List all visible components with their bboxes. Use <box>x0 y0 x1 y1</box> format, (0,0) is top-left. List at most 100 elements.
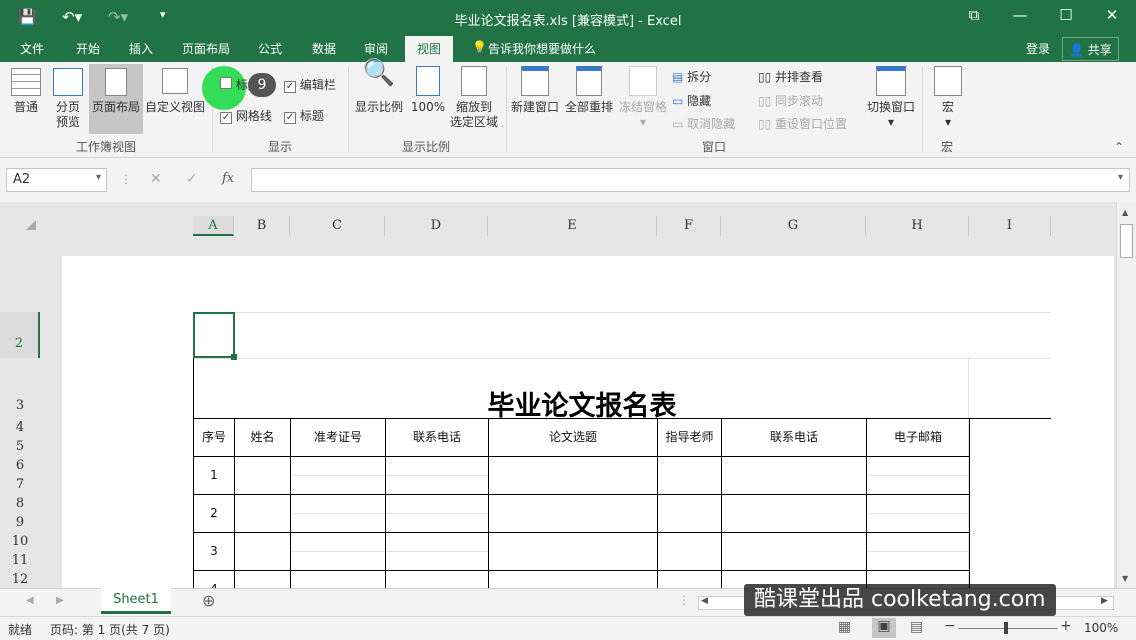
enter-icon[interactable]: ✓ <box>186 171 198 187</box>
macros-button[interactable]: 宏 ▾ <box>926 66 970 130</box>
page-layout-view-icon[interactable]: ▣ <box>872 618 896 638</box>
header-cell[interactable]: 联系电话 <box>386 419 489 457</box>
tab-insert[interactable]: 插入 <box>129 40 153 57</box>
table-cell[interactable] <box>658 533 722 571</box>
table-cell[interactable] <box>291 457 386 495</box>
row-header-4[interactable]: 4 <box>0 420 40 440</box>
table-cell[interactable] <box>291 533 386 571</box>
table-cell[interactable] <box>489 533 658 571</box>
header-cell[interactable]: 联系电话 <box>722 419 867 457</box>
table-cell[interactable] <box>235 533 291 571</box>
header-cell[interactable]: 序号 <box>194 419 235 457</box>
vertical-scroll-thumb[interactable] <box>1120 224 1133 258</box>
selected-cell-a2[interactable] <box>193 312 235 358</box>
row-header-2[interactable]: 2 <box>0 312 40 358</box>
sign-in-link[interactable]: 登录 <box>1026 40 1050 57</box>
table-cell[interactable] <box>722 533 867 571</box>
hide-button[interactable]: ▭ 隐藏 <box>672 92 711 109</box>
tell-me-input[interactable]: 告诉我你想要做什么 <box>488 40 596 57</box>
table-cell[interactable] <box>386 495 489 533</box>
zoom-level[interactable]: 100% <box>1084 621 1118 635</box>
header-cell[interactable]: 电子邮箱 <box>867 419 970 457</box>
page-break-view-icon[interactable]: ▤ <box>910 619 923 635</box>
column-header-g[interactable]: G <box>721 216 866 236</box>
table-cell[interactable] <box>867 533 970 571</box>
table-cell[interactable] <box>722 495 867 533</box>
unhide-button[interactable]: ▭ 取消隐藏 <box>672 115 735 132</box>
sheet-tab-sheet1[interactable]: Sheet1 <box>101 588 171 614</box>
split-button[interactable]: ▤ 拆分 <box>672 68 711 85</box>
column-header-d[interactable]: D <box>385 216 488 236</box>
zoom-slider-thumb[interactable] <box>1004 622 1008 634</box>
table-cell[interactable] <box>489 495 658 533</box>
select-all-corner[interactable] <box>26 220 36 230</box>
row-header-5[interactable]: 5 <box>0 439 40 459</box>
title-cell[interactable]: 毕业论文报名表 <box>193 358 969 422</box>
maximize-icon[interactable]: ☐ <box>1046 6 1086 24</box>
normal-view-icon[interactable]: ▦ <box>838 619 851 635</box>
header-cell[interactable]: 论文选题 <box>489 419 658 457</box>
table-cell[interactable] <box>658 457 722 495</box>
column-header-i[interactable]: I <box>969 216 1051 236</box>
collapse-ribbon-icon[interactable]: ⌃ <box>1114 140 1124 154</box>
table-cell[interactable] <box>386 457 489 495</box>
formula-bar-checkbox[interactable]: ✓ 编辑栏 <box>284 76 336 93</box>
insert-function-icon[interactable]: fx <box>222 171 234 186</box>
zoom-100-button[interactable]: 100% <box>408 66 448 115</box>
custom-views-button[interactable]: 自定义视图 <box>144 66 206 115</box>
row-number-cell[interactable]: 4 <box>194 571 235 588</box>
page-layout-view-button[interactable]: 页面布局 <box>89 64 143 134</box>
tab-data[interactable]: 数据 <box>312 40 336 57</box>
column-header-f[interactable]: F <box>657 216 721 236</box>
headings-checkbox[interactable]: ✓ 标题 <box>284 107 324 124</box>
table-cell[interactable] <box>235 457 291 495</box>
row-header-7[interactable]: 7 <box>0 477 40 497</box>
table-cell[interactable] <box>489 457 658 495</box>
table-cell[interactable] <box>658 495 722 533</box>
ribbon-display-icon[interactable]: ⧉ <box>954 6 994 24</box>
table-cell[interactable] <box>489 571 658 588</box>
column-header-a[interactable]: A <box>193 216 234 236</box>
row-header-11[interactable]: 11 <box>0 553 40 573</box>
zoom-slider[interactable] <box>958 628 1058 629</box>
formula-input[interactable]: ▾ <box>251 168 1130 192</box>
zoom-to-selection-button[interactable]: 缩放到 选定区域 <box>448 66 500 130</box>
tab-file[interactable]: 文件 <box>20 40 44 57</box>
freeze-panes-button[interactable]: 冻结窗格 ▾ <box>616 66 670 130</box>
tab-view[interactable]: 视图 <box>405 36 454 62</box>
table-cell[interactable] <box>722 457 867 495</box>
scroll-down-icon[interactable]: ▼ <box>1122 574 1128 583</box>
tab-formulas[interactable]: 公式 <box>258 40 282 57</box>
prev-sheet-icon[interactable]: ◀ <box>26 595 34 606</box>
sync-scroll-button[interactable]: ▯▯ 同步滚动 <box>758 92 823 109</box>
add-sheet-icon[interactable]: ⊕ <box>202 591 215 610</box>
cancel-icon[interactable]: ✕ <box>150 171 162 187</box>
next-sheet-icon[interactable]: ▶ <box>56 595 64 606</box>
table-cell[interactable] <box>658 571 722 588</box>
row-number-cell[interactable]: 2 <box>194 495 235 533</box>
row-header-10[interactable]: 10 <box>0 534 40 554</box>
row-header-8[interactable]: 8 <box>0 496 40 516</box>
arrange-all-button[interactable]: 全部重排 <box>562 66 616 115</box>
name-box[interactable]: A2 ▾ <box>6 168 107 192</box>
page-break-preview-button[interactable]: 分页 预览 <box>48 66 88 130</box>
table-cell[interactable] <box>235 495 291 533</box>
scroll-up-icon[interactable]: ▲ <box>1122 208 1128 217</box>
close-icon[interactable]: ✕ <box>1092 6 1132 24</box>
gridlines-checkbox[interactable]: ✓ 网格线 <box>220 107 272 124</box>
header-cell[interactable]: 姓名 <box>235 419 291 457</box>
share-button[interactable]: 👤 共享 <box>1062 37 1119 61</box>
minimize-icon[interactable]: — <box>1000 6 1040 24</box>
row-header-6[interactable]: 6 <box>0 458 40 478</box>
normal-view-button[interactable]: 普通 <box>6 66 46 115</box>
table-cell[interactable] <box>291 495 386 533</box>
table-cell[interactable] <box>235 571 291 588</box>
column-header-c[interactable]: C <box>290 216 385 236</box>
new-window-button[interactable]: 新建窗口 <box>508 66 562 115</box>
zoom-button[interactable]: 🔍 显示比例 <box>352 60 406 115</box>
switch-windows-button[interactable]: 切换窗口 ▾ <box>862 66 920 130</box>
scroll-right-icon[interactable]: ▶ <box>1101 596 1108 606</box>
zoom-out-icon[interactable]: − <box>944 618 956 634</box>
row-header-12[interactable]: 12 <box>0 572 40 588</box>
header-cell[interactable]: 指导老师 <box>658 419 722 457</box>
